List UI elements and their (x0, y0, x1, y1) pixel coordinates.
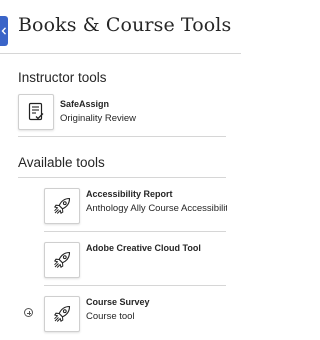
section-divider (18, 136, 226, 137)
tool-subtitle: Anthology Ally Course Accessibilit... (86, 203, 227, 214)
close-panel-button[interactable] (0, 16, 8, 46)
tool-name: Course Survey (86, 297, 150, 307)
tool-subtitle: Originality Review (60, 113, 137, 124)
tool-name: SafeAssign (60, 99, 110, 109)
item-divider (44, 231, 226, 232)
header-divider (0, 53, 241, 54)
tool-icon-tile (44, 296, 80, 332)
rocket-icon (54, 251, 71, 268)
books-course-tools-panel: Books & Course Tools Instructor tools Sa… (0, 0, 241, 340)
instructor-tools-heading: Instructor tools (18, 70, 107, 85)
available-tools-heading: Available tools (18, 155, 105, 170)
tool-icon-tile (44, 242, 80, 278)
tool-subtitle: Course tool (86, 311, 135, 322)
add-circle-icon[interactable] (24, 308, 33, 317)
section-divider (18, 177, 226, 178)
tool-name: Adobe Creative Cloud Tool (86, 243, 201, 253)
tool-icon-tile (18, 94, 54, 130)
chevron-left-icon (1, 27, 7, 35)
document-check-icon (28, 102, 44, 121)
rocket-icon (54, 197, 71, 214)
page-title: Books & Course Tools (18, 14, 232, 36)
item-divider (44, 285, 226, 286)
tool-name: Accessibility Report (86, 189, 173, 199)
tool-icon-tile (44, 188, 80, 224)
rocket-icon (54, 305, 71, 322)
